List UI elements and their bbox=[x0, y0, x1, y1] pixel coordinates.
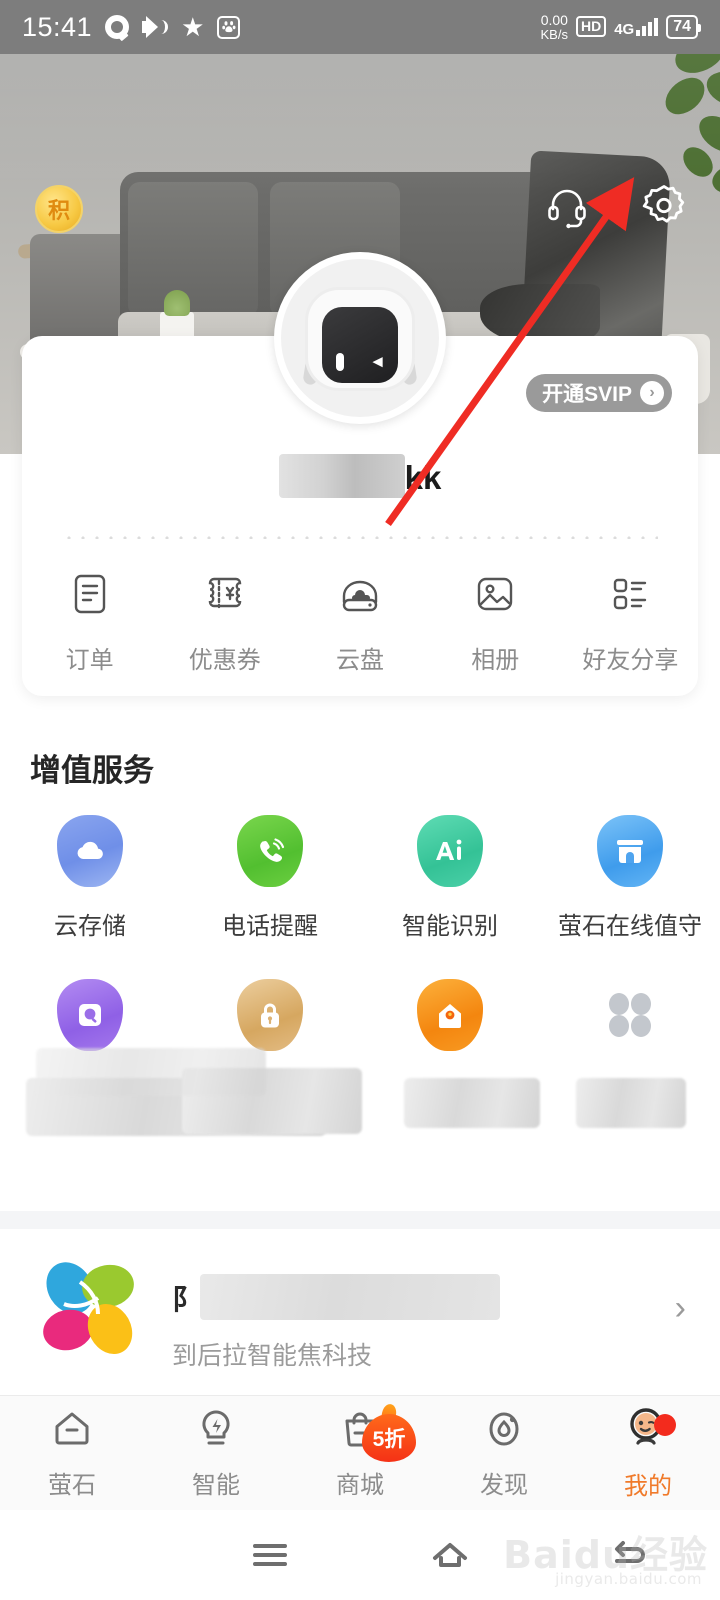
signal-bars-icon bbox=[636, 17, 659, 36]
four-dots-icon bbox=[597, 979, 663, 1051]
status-bar-clock: 15:41 bbox=[22, 11, 93, 42]
battery-indicator: 74 bbox=[666, 14, 701, 39]
service-item-label: 智能识别 bbox=[402, 913, 498, 940]
avatar-image: ◄ bbox=[281, 259, 439, 417]
cloud-drive-icon bbox=[336, 570, 384, 623]
quick-access-row: 订单 优惠券 云盘 相册 好友分享 bbox=[22, 570, 698, 675]
ai-badge-icon bbox=[417, 815, 483, 887]
bulb-bolt-icon bbox=[193, 1406, 239, 1457]
tab-mall[interactable]: 5折 商城 bbox=[288, 1396, 432, 1510]
promo-banner[interactable]: 阝 到后拉智能焦科技 › bbox=[0, 1229, 720, 1387]
speaker-icon bbox=[142, 16, 169, 38]
alarm-home-icon bbox=[417, 979, 483, 1051]
card-divider bbox=[62, 536, 658, 539]
tab-label: 萤石 bbox=[48, 1472, 96, 1499]
tab-label: 发现 bbox=[480, 1472, 528, 1499]
quick-item-orders[interactable]: 订单 bbox=[22, 570, 157, 675]
network-type-label: 4G bbox=[614, 20, 635, 38]
quick-item-coupons[interactable]: 优惠券 bbox=[157, 570, 292, 675]
tab-discover[interactable]: 发现 bbox=[432, 1396, 576, 1510]
avatar[interactable]: ◄ bbox=[274, 252, 446, 424]
promo-title: 阝 bbox=[172, 1274, 501, 1320]
username: kk bbox=[22, 454, 698, 498]
quick-item-label: 相册 bbox=[471, 647, 520, 674]
section-separator bbox=[0, 1211, 720, 1229]
service-item-label: 萤石在线值守 bbox=[558, 913, 702, 940]
order-doc-icon bbox=[66, 570, 114, 623]
network-speed: 0.00 KB/s bbox=[540, 13, 567, 41]
bottom-tab-bar: 萤石 智能 5折 商城 发现 我的 bbox=[0, 1395, 720, 1510]
discount-badge: 5折 bbox=[362, 1402, 416, 1462]
service-item-cloud-storage[interactable]: 云存储 bbox=[0, 815, 180, 941]
label-redaction-4 bbox=[576, 1078, 686, 1128]
avatar-face: ◄ bbox=[322, 307, 398, 383]
network-speed-unit: KB/s bbox=[540, 26, 568, 42]
discover-flame-icon bbox=[481, 1406, 527, 1457]
app-screen: 15:41 ★ 0.00 KB/s HD 4G 74 积 ◄ 开通SVIP › … bbox=[0, 0, 720, 1600]
gear-icon[interactable] bbox=[640, 182, 688, 230]
headset-icon[interactable] bbox=[544, 183, 590, 229]
tab-smart[interactable]: 智能 bbox=[144, 1396, 288, 1510]
svip-arrow-icon: › bbox=[640, 381, 664, 405]
baidu-watermark: Baidu经验 jingyan.baidu.com bbox=[418, 1512, 708, 1590]
quick-item-friend-share[interactable]: 好友分享 bbox=[563, 570, 698, 675]
status-bar: 15:41 ★ 0.00 KB/s HD 4G 74 bbox=[0, 0, 720, 54]
discount-badge-label: 5折 bbox=[372, 1428, 406, 1451]
cloud-upload-icon bbox=[57, 815, 123, 887]
store-shop-icon bbox=[597, 815, 663, 887]
watermark-sub: jingyan.baidu.com bbox=[555, 1570, 702, 1588]
friend-share-icon bbox=[606, 570, 654, 623]
photo-album-icon bbox=[471, 570, 519, 623]
quick-item-label: 优惠券 bbox=[188, 647, 261, 674]
quick-item-cloud-drive[interactable]: 云盘 bbox=[292, 570, 427, 675]
hd-icon: HD bbox=[575, 16, 607, 38]
service-item-ai-recognition[interactable]: 智能识别 bbox=[360, 815, 540, 941]
service-item-online-duty[interactable]: 萤石在线值守 bbox=[540, 815, 720, 941]
username-visible-part: kk bbox=[404, 459, 442, 496]
promo-title-visible: 阝 bbox=[172, 1284, 201, 1315]
username-redaction bbox=[278, 454, 405, 498]
tab-label: 商城 bbox=[336, 1472, 384, 1499]
promo-subtitle: 到后拉智能焦科技 bbox=[172, 1342, 373, 1370]
star-icon: ★ bbox=[181, 12, 205, 42]
notification-dot bbox=[654, 1414, 676, 1436]
home-icon bbox=[49, 1406, 95, 1457]
svip-button[interactable]: 开通SVIP › bbox=[526, 374, 672, 412]
tab-label: 我的 bbox=[624, 1473, 672, 1500]
tab-label: 智能 bbox=[192, 1472, 240, 1499]
signal-indicator: 4G bbox=[614, 17, 659, 38]
service-item-phone-reminder[interactable]: 电话提醒 bbox=[180, 815, 360, 941]
label-redaction-3 bbox=[404, 1078, 540, 1128]
tab-ezviz[interactable]: 萤石 bbox=[0, 1396, 144, 1510]
svip-label: 开通SVIP bbox=[542, 383, 632, 406]
coupon-ticket-icon bbox=[201, 570, 249, 623]
q-icon bbox=[105, 15, 130, 39]
label-redaction-5 bbox=[36, 1048, 266, 1096]
four-petal-flower-logo bbox=[34, 1252, 146, 1364]
menu-icon[interactable] bbox=[180, 1510, 360, 1600]
search-square-icon bbox=[57, 979, 123, 1051]
baidu-paw-icon bbox=[217, 15, 241, 39]
hero-action-group bbox=[544, 182, 688, 230]
service-item-redacted-4[interactable] bbox=[540, 979, 720, 1070]
quick-item-label: 好友分享 bbox=[582, 647, 679, 674]
tab-mine[interactable]: 我的 bbox=[576, 1396, 720, 1510]
avatar-mouth: ◄ bbox=[369, 352, 386, 371]
promo-text-block: 阝 到后拉智能焦科技 bbox=[146, 1252, 646, 1370]
service-item-label: 电话提醒 bbox=[222, 913, 318, 940]
quick-item-label: 订单 bbox=[65, 647, 114, 674]
service-item-label: 云存储 bbox=[54, 913, 126, 940]
service-item-redacted-3[interactable] bbox=[360, 979, 540, 1070]
points-badge[interactable]: 积 bbox=[35, 185, 83, 233]
chevron-right-icon[interactable]: › bbox=[646, 1289, 686, 1328]
avatar-eye bbox=[336, 353, 344, 371]
lock-icon bbox=[237, 979, 303, 1051]
value-added-title: 增值服务 bbox=[30, 753, 154, 788]
promo-title-redaction bbox=[200, 1274, 501, 1320]
quick-item-album[interactable]: 相册 bbox=[428, 570, 563, 675]
quick-item-label: 云盘 bbox=[336, 647, 384, 674]
network-speed-value: 0.00 bbox=[540, 12, 568, 29]
phone-call-icon bbox=[237, 815, 303, 887]
